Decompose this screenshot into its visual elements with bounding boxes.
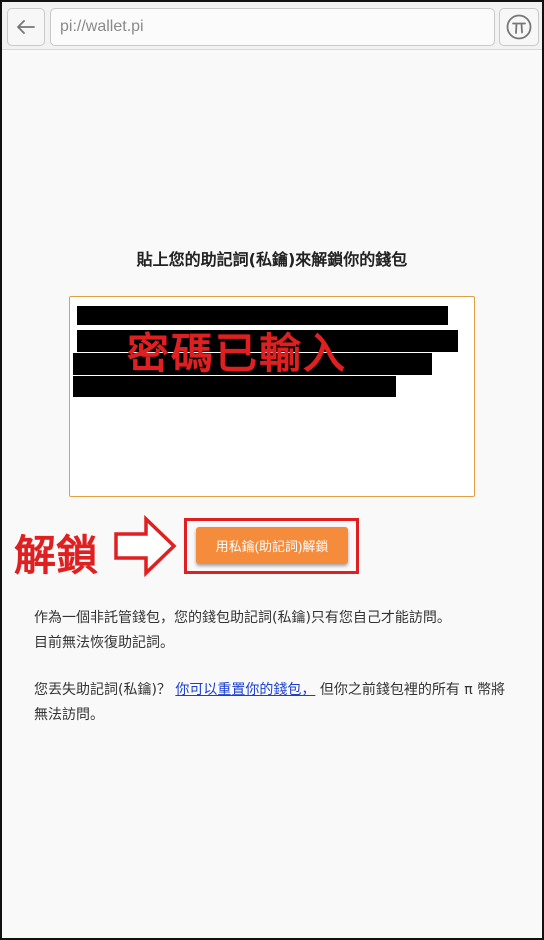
page-title: 貼上您的助記詞(私鑰)來解鎖你的錢包 [136, 250, 408, 269]
pi-icon [506, 14, 532, 40]
info-paragraph: 作為一個非託管錢包，您的錢包助記詞(私鑰)只有您自己才能訪問。 目前無法恢復助記… [34, 606, 519, 656]
pi-browser-button[interactable] [499, 8, 539, 46]
info-line: 目前無法恢復助記詞。 [34, 635, 174, 651]
unlock-annotation: 解鎖 [14, 531, 99, 580]
address-bar[interactable]: pi://wallet.pi [50, 8, 495, 46]
unlock-button[interactable]: 用私鑰(助記詞)解鎖 [196, 527, 348, 564]
lost-mnemonic-paragraph: 您丟失助記詞(私鑰)？ 你可以重置你的錢包， 但你之前錢包裡的所有 π 幣將無法… [34, 678, 519, 728]
arrow-right-icon [114, 514, 177, 578]
url-text: pi://wallet.pi [60, 18, 144, 35]
info-line: 作為一個非託管錢包，您的錢包助記詞(私鑰)只有您自己才能訪問。 [34, 610, 451, 626]
password-entered-annotation: 密碼已輸入 [127, 329, 348, 378]
reset-wallet-link[interactable]: 你可以重置你的錢包， [175, 682, 315, 698]
arrow-left-icon [17, 20, 35, 34]
back-button[interactable] [7, 8, 45, 46]
browser-toolbar: pi://wallet.pi [2, 2, 542, 50]
lost-prefix-text: 您丟失助記詞(私鑰)？ [34, 682, 176, 698]
